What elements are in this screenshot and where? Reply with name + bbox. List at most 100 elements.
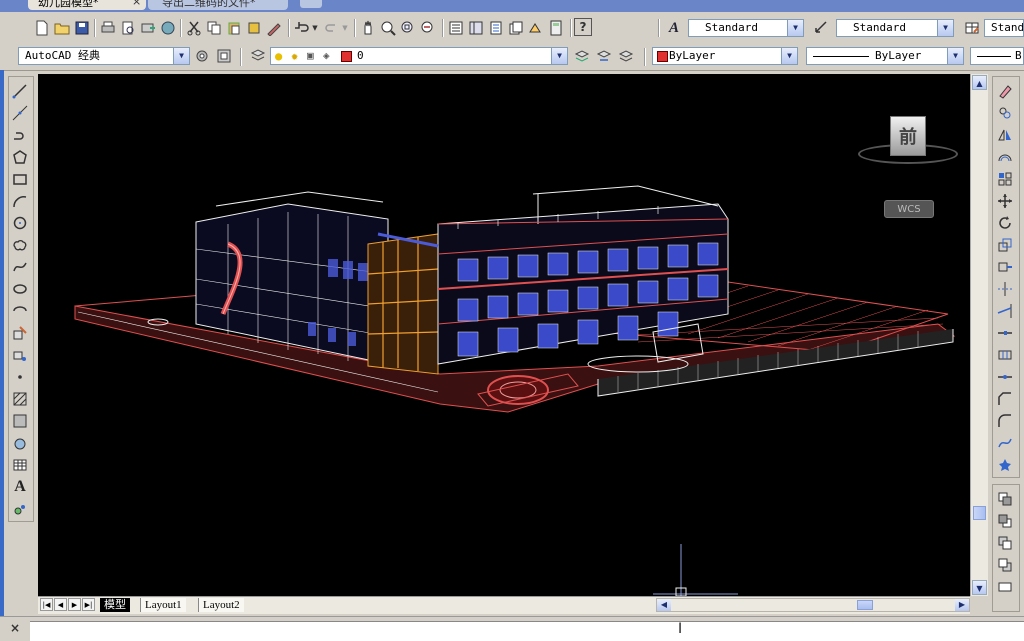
document-tab-inactive[interactable]: 导出二维码的文件* [148, 0, 288, 10]
ellipse-arc-icon[interactable] [11, 302, 29, 320]
print-preview-icon[interactable] [118, 18, 138, 38]
match-properties-icon[interactable] [244, 18, 264, 38]
make-current-layer-icon[interactable] [572, 46, 592, 66]
command-line-area[interactable]: × I [0, 616, 1024, 641]
zoom-window-icon[interactable] [398, 18, 418, 38]
layer-properties-icon[interactable] [248, 46, 268, 66]
erase-icon[interactable] [996, 82, 1014, 100]
scroll-thumb[interactable] [973, 506, 986, 520]
move-icon[interactable] [996, 192, 1014, 210]
copy-icon[interactable] [204, 18, 224, 38]
dim-style-select[interactable]: Standard ▼ [836, 19, 954, 37]
scale-icon[interactable] [996, 236, 1014, 254]
design-center-icon[interactable] [466, 18, 486, 38]
table-style-select[interactable]: Standard [984, 19, 1024, 37]
last-tab-icon[interactable]: ▶| [82, 598, 95, 611]
break-at-point-icon[interactable] [996, 324, 1014, 342]
layer-previous-icon[interactable] [594, 46, 614, 66]
next-tab-icon[interactable]: ▶ [68, 598, 81, 611]
dim-style-icon[interactable] [812, 18, 832, 38]
chevron-down-icon[interactable]: ▼ [551, 48, 567, 64]
color-select[interactable]: ByLayer ▼ [652, 47, 798, 65]
command-line-close-icon[interactable]: × [10, 621, 20, 635]
print-icon[interactable] [98, 18, 118, 38]
chevron-down-icon[interactable]: ▼ [947, 48, 963, 64]
rotate-icon[interactable] [996, 214, 1014, 232]
circle-icon[interactable] [11, 214, 29, 232]
open-folder-icon[interactable] [52, 18, 72, 38]
insert-block-icon[interactable] [11, 324, 29, 342]
sun-icon[interactable]: ✹ [291, 48, 298, 64]
gradient-icon[interactable] [11, 412, 29, 430]
viewcube[interactable]: 前 [856, 112, 960, 172]
revision-cloud-icon[interactable] [11, 236, 29, 254]
scroll-up-arrow-icon[interactable]: ▲ [972, 75, 987, 90]
command-line-input[interactable] [30, 621, 1024, 641]
document-tab-active[interactable]: 幼儿园模型* × [28, 0, 146, 10]
chevron-down-icon[interactable]: ▼ [787, 20, 803, 36]
tab-layout2[interactable]: Layout2 [198, 598, 244, 612]
mirror-icon[interactable] [996, 126, 1014, 144]
cut-icon[interactable] [184, 18, 204, 38]
viewcube-front-face[interactable]: 前 [890, 116, 926, 156]
break-icon[interactable] [996, 346, 1014, 364]
prev-tab-icon[interactable]: ◀ [54, 598, 67, 611]
block-editor-icon[interactable] [264, 18, 284, 38]
tool-palettes-icon[interactable] [486, 18, 506, 38]
extend-icon[interactable] [996, 302, 1014, 320]
layer-select[interactable]: ● ✹ ▣ ◈ 0 ▼ [270, 47, 568, 65]
scroll-thumb[interactable] [857, 600, 873, 610]
wcs-menu-button[interactable]: WCS [884, 200, 934, 218]
first-tab-icon[interactable]: |◀ [40, 598, 53, 611]
chevron-down-icon[interactable]: ▼ [781, 48, 797, 64]
point-icon[interactable] [11, 368, 29, 386]
multiline-text-icon[interactable]: A [11, 478, 29, 496]
array-icon[interactable] [996, 170, 1014, 188]
undo-dropdown-icon[interactable]: ▼ [310, 18, 320, 38]
chevron-down-icon[interactable]: ▼ [937, 20, 953, 36]
offset-icon[interactable] [996, 148, 1014, 166]
zoom-previous-icon[interactable] [418, 18, 438, 38]
linetype-select[interactable]: ByLayer ▼ [806, 47, 964, 65]
join-icon[interactable] [996, 368, 1014, 386]
calculator-icon[interactable] [546, 18, 566, 38]
properties-palette-icon[interactable] [446, 18, 466, 38]
save-icon[interactable] [72, 18, 92, 38]
scroll-down-arrow-icon[interactable]: ▼ [972, 580, 987, 595]
region-icon[interactable] [11, 434, 29, 452]
tab-layout1[interactable]: Layout1 [140, 598, 186, 612]
copy-object-icon[interactable] [996, 104, 1014, 122]
text-style-select[interactable]: Standard ▼ [688, 19, 804, 37]
make-block-icon[interactable] [11, 346, 29, 364]
chevron-down-icon[interactable]: ▼ [173, 48, 189, 64]
workspace-save-icon[interactable] [214, 46, 234, 66]
bulb-icon[interactable]: ● [275, 48, 282, 64]
rectangle-icon[interactable] [11, 170, 29, 188]
markup-set-icon[interactable] [526, 18, 546, 38]
construction-line-icon[interactable] [11, 104, 29, 122]
redo-dropdown-icon[interactable]: ▼ [340, 18, 350, 38]
sheet-set-icon[interactable] [506, 18, 526, 38]
text-to-front-icon[interactable] [996, 578, 1014, 596]
blend-curves-icon[interactable] [996, 434, 1014, 452]
chamfer-icon[interactable] [996, 390, 1014, 408]
table-icon[interactable] [11, 456, 29, 474]
zoom-realtime-icon[interactable] [378, 18, 398, 38]
polyline-icon[interactable] [11, 126, 29, 144]
add-selected-icon[interactable] [11, 500, 29, 518]
send-under-icon[interactable] [996, 556, 1014, 574]
stretch-icon[interactable] [996, 258, 1014, 276]
paste-icon[interactable] [224, 18, 244, 38]
arc-icon[interactable] [11, 192, 29, 210]
publish-icon[interactable] [138, 18, 158, 38]
workspace-select[interactable]: AutoCAD 经典 ▼ [18, 47, 190, 65]
table-style-icon[interactable] [962, 18, 982, 38]
explode-icon[interactable] [996, 456, 1014, 474]
polygon-icon[interactable] [11, 148, 29, 166]
bring-above-icon[interactable] [996, 534, 1014, 552]
scroll-left-arrow-icon[interactable]: ◀ [657, 599, 671, 611]
spline-icon[interactable] [11, 258, 29, 276]
drawing-area[interactable]: 前 WCS [38, 74, 970, 596]
horizontal-scrollbar[interactable]: ◀ ▶ [656, 598, 970, 612]
bring-to-front-icon[interactable] [996, 490, 1014, 508]
